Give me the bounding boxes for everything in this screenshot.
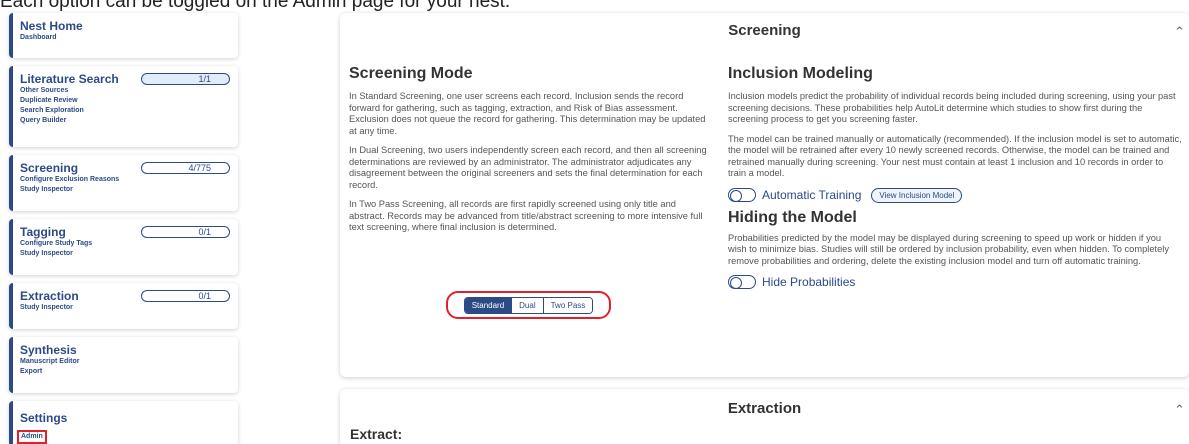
sidebar-item-tagging[interactable]: Tagging 0/1 Configure Study Tags Study I… (9, 219, 238, 275)
paragraph: In Standard Screening, one user screens … (349, 91, 706, 136)
sidebar-link-duplicate-review[interactable]: Duplicate Review (20, 96, 230, 106)
sidebar-item-label: Synthesis (20, 343, 77, 357)
sidebar-item-label: Literature Search (20, 72, 119, 86)
inclusion-modeling-section: Inclusion Modeling Inclusion models pred… (728, 65, 1182, 295)
sidebar-item-label: Extraction (20, 289, 79, 303)
section-heading: Inclusion Modeling (728, 65, 873, 82)
progress-pill: 0/1 (141, 290, 230, 302)
paragraph: In Two Pass Screening, all records are f… (349, 199, 703, 232)
sidebar-item-label: Tagging (20, 225, 66, 239)
sidebar-link-query-builder[interactable]: Query Builder (20, 116, 230, 126)
sidebar-link-study-inspector[interactable]: Study Inspector (20, 185, 230, 195)
paragraph: In Dual Screening, two users independent… (349, 145, 707, 190)
segmented-control: Standard Dual Two Pass (463, 296, 594, 314)
panel-title: Screening (728, 22, 801, 39)
sidebar-item-label: Screening (20, 161, 79, 175)
hide-probabilities-toggle[interactable] (728, 275, 756, 289)
option-standard[interactable]: Standard (464, 297, 512, 313)
paragraph: Probabilities predicted by the model may… (728, 232, 1169, 266)
sidebar-item-synthesis[interactable]: Synthesis Manuscript Editor Export (9, 337, 238, 393)
sidebar-link-manuscript-editor[interactable]: Manuscript Editor (20, 357, 230, 367)
paragraph: Inclusion models predict the probability… (728, 91, 1176, 124)
sidebar-link-admin[interactable]: Admin (17, 430, 47, 444)
automatic-training-row: Automatic Training View Inclusion Model (728, 187, 1182, 203)
section-heading: Hiding the Model (728, 208, 857, 226)
sidebar-item-screening[interactable]: Screening 4/775 Configure Exclusion Reas… (9, 155, 238, 211)
page-caption: Each option can be toggled on the Admin … (0, 0, 511, 12)
sidebar-item-label: Nest Home (20, 19, 83, 33)
chevron-up-icon[interactable]: ⌃ (1174, 24, 1185, 40)
toggle-label: Hide Probabilities (762, 275, 856, 289)
screening-mode-selector: Standard Dual Two Pass (446, 291, 611, 319)
progress-pill: 0/1 (141, 226, 230, 238)
sidebar-item-extraction[interactable]: Extraction 0/1 Study Inspector (9, 283, 238, 329)
sidebar-link-search-exploration[interactable]: Search Exploration (20, 106, 230, 116)
screening-panel: Screening ⌃ Screening Mode In Standard S… (340, 13, 1189, 377)
option-dual[interactable]: Dual (511, 297, 543, 313)
section-heading: Screening Mode (349, 65, 473, 82)
sidebar-link-dashboard[interactable]: Dashboard (20, 33, 230, 43)
panel-title: Extraction (727, 400, 802, 417)
paragraph: The model can be trained manually or aut… (728, 133, 1182, 179)
sidebar-item-literature-search[interactable]: Literature Search 1/1 Other Sources Dupl… (9, 66, 238, 147)
screening-mode-section: Screening Mode In Standard Screening, on… (349, 65, 713, 242)
sidebar-link-configure-exclusion-reasons[interactable]: Configure Exclusion Reasons (20, 175, 230, 185)
sidebar-item-label: Settings (20, 411, 68, 425)
chevron-up-icon[interactable]: ⌃ (1174, 402, 1185, 418)
sidebar-link-configure-study-tags[interactable]: Configure Study Tags (20, 239, 230, 249)
sidebar-link-other-sources[interactable]: Other Sources (20, 86, 230, 96)
progress-pill: 1/1 (141, 73, 230, 85)
view-inclusion-model-button[interactable]: View Inclusion Model (871, 187, 963, 203)
extract-heading: Extract: (350, 426, 403, 442)
sidebar-link-export[interactable]: Export (20, 367, 230, 377)
extraction-panel: Extraction ⌃ Extract: (340, 389, 1189, 444)
toggle-label: Automatic Training (762, 188, 862, 202)
sidebar-link-study-inspector[interactable]: Study Inspector (20, 249, 230, 259)
sidebar-nav: Nest Home Dashboard Literature Search 1/… (9, 13, 238, 444)
option-two-pass[interactable]: Two Pass (542, 297, 593, 313)
sidebar-item-nest-home[interactable]: Nest Home Dashboard (9, 13, 238, 58)
automatic-training-toggle[interactable] (728, 188, 756, 202)
hide-probabilities-row: Hide Probabilities (728, 275, 1182, 289)
progress-pill: 4/775 (141, 162, 230, 174)
sidebar-item-settings[interactable]: Settings Admin (9, 401, 238, 444)
sidebar-link-study-inspector[interactable]: Study Inspector (20, 303, 230, 313)
